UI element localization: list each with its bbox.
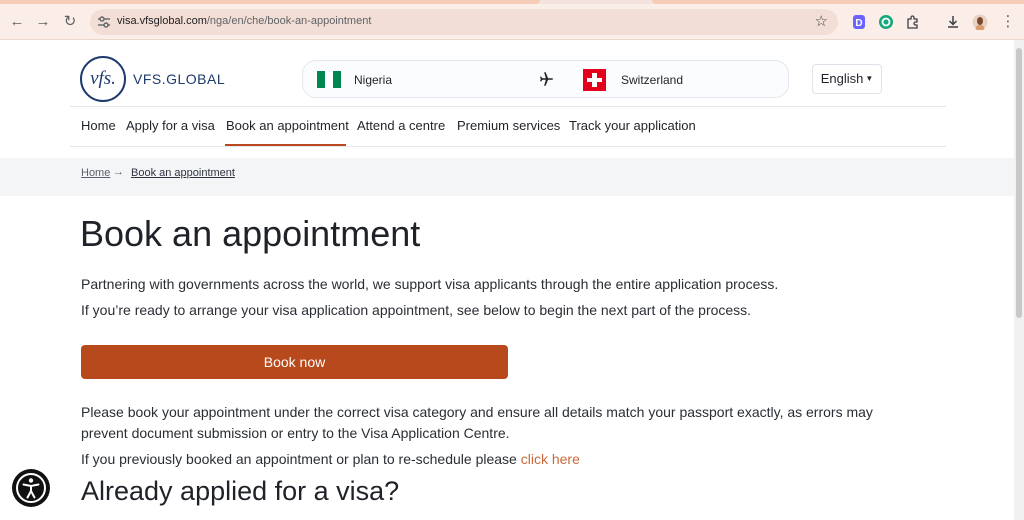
reschedule-text: If you previously booked an appointment … [81, 449, 580, 469]
caret-down-icon: ▼ [865, 74, 874, 83]
accessibility-icon [16, 473, 46, 503]
page-scrollbar[interactable] [1014, 40, 1024, 520]
breadcrumb-home[interactable]: Home [81, 167, 110, 179]
browser-menu-icon[interactable]: ⋮ [997, 11, 1019, 33]
back-icon[interactable]: ← [6, 11, 28, 33]
from-country[interactable]: Nigeria [354, 73, 392, 87]
page-title: Book an appointment [80, 213, 421, 254]
intro-text-1: Partnering with governments across the w… [81, 276, 779, 292]
url-text[interactable]: visa.vfsglobal.com/nga/en/che/book-an-ap… [117, 15, 371, 27]
download-icon[interactable] [945, 14, 961, 30]
to-country[interactable]: Switzerland [621, 73, 683, 87]
header-divider [70, 106, 946, 107]
profile-avatar-icon[interactable] [972, 14, 988, 30]
address-bar[interactable]: visa.vfsglobal.com/nga/en/che/book-an-ap… [90, 9, 838, 35]
brand-name[interactable]: VFS.GLOBAL [133, 71, 225, 87]
nav-book-appointment[interactable]: Book an appointment [226, 118, 349, 133]
browser-toolbar: ← → ↻ visa.vfsglobal.com/nga/en/che/book… [0, 4, 1024, 40]
nigeria-flag-icon [317, 71, 341, 88]
nav-premium-services[interactable]: Premium services [457, 118, 560, 133]
logo-mark: vfs. [90, 68, 116, 89]
extension-d-icon[interactable]: D [851, 14, 867, 30]
extensions-puzzle-icon[interactable] [905, 14, 921, 30]
nav-apply-for-visa[interactable]: Apply for a visa [126, 118, 215, 133]
bookmark-star-icon[interactable]: ☆ [815, 12, 828, 30]
reschedule-link[interactable]: click here [521, 451, 580, 467]
intro-text-2: If you’re ready to arrange your visa app… [81, 302, 752, 318]
svg-text:D: D [855, 18, 862, 29]
switzerland-flag-icon [583, 69, 606, 91]
airplane-icon [540, 72, 554, 86]
nav-divider [70, 146, 946, 147]
url-host: visa.vfsglobal.com [117, 15, 207, 27]
breadcrumb-current[interactable]: Book an appointment [131, 167, 235, 179]
vfs-logo[interactable]: vfs. [80, 56, 126, 102]
reschedule-label: If you previously booked an appointment … [81, 451, 521, 467]
url-path: /nga/en/che/book-an-appointment [206, 15, 372, 27]
country-selector[interactable]: Nigeria Switzerland [302, 60, 789, 98]
language-select[interactable]: English ▼ [812, 64, 882, 94]
forward-icon[interactable]: → [32, 11, 54, 33]
book-now-button[interactable]: Book now [81, 345, 508, 379]
breadcrumb-arrow-icon: → [113, 166, 124, 178]
grammarly-icon[interactable] [878, 14, 894, 30]
scrollbar-thumb[interactable] [1016, 48, 1022, 318]
nav-track-application[interactable]: Track your application [569, 118, 696, 133]
site-settings-icon[interactable] [96, 14, 112, 30]
nav-attend-centre[interactable]: Attend a centre [357, 118, 445, 133]
nav-home[interactable]: Home [81, 118, 116, 133]
reload-icon[interactable]: ↻ [59, 11, 81, 33]
language-label: English [820, 71, 864, 86]
booking-notice: Please book your appointment under the c… [81, 404, 873, 441]
already-applied-heading: Already applied for a visa? [81, 476, 400, 506]
accessibility-button[interactable] [12, 469, 50, 507]
